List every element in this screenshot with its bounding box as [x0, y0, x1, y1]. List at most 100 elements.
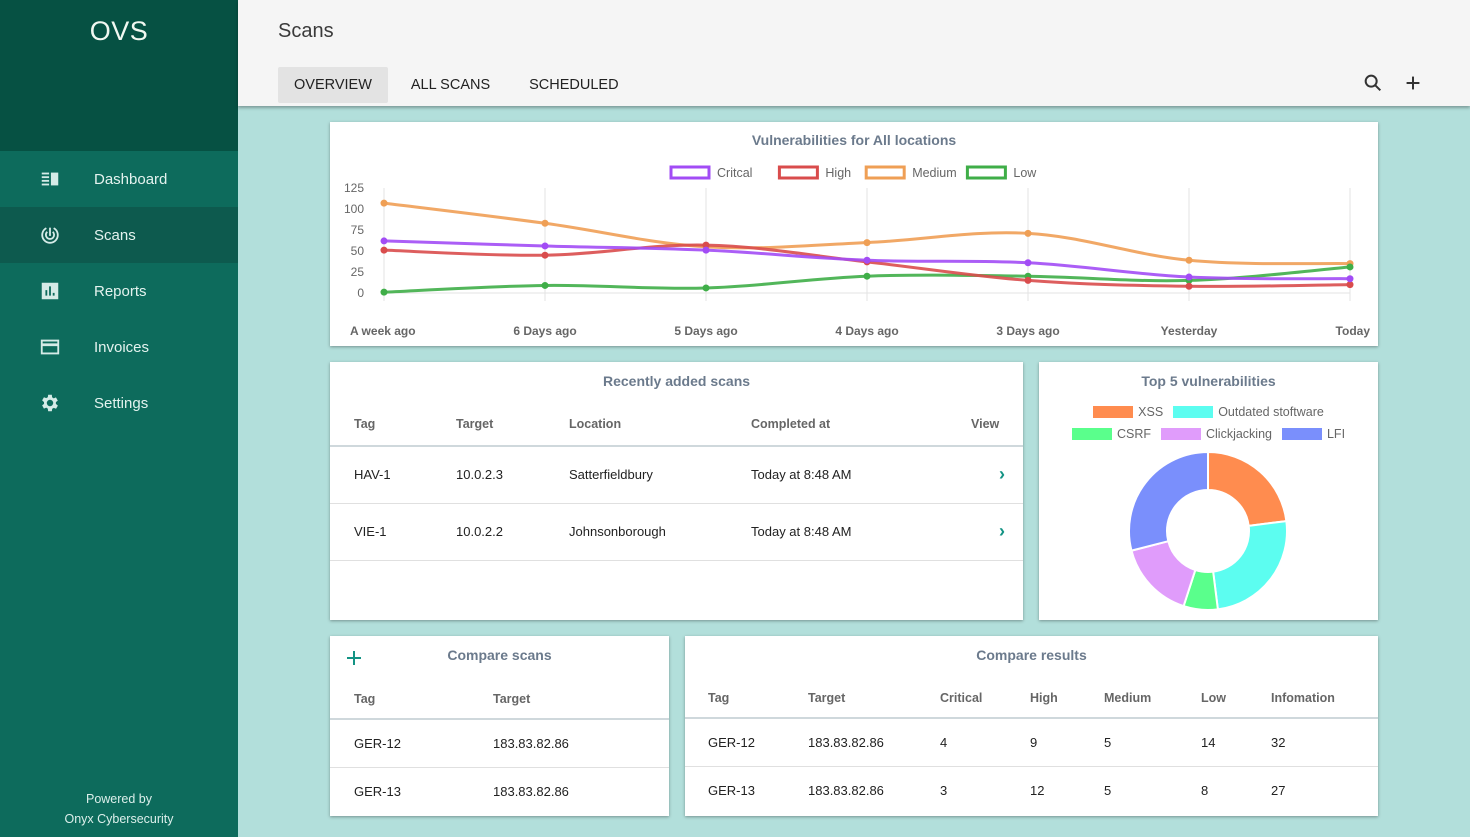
- column-header-completed: Completed at: [751, 402, 971, 447]
- brand-logo: OVS: [89, 16, 149, 46]
- data-point[interactable]: [1024, 259, 1032, 267]
- data-point[interactable]: [1346, 275, 1354, 283]
- x-axis: A week ago 6 Days ago 5 Days ago 4 Days ago…: [350, 324, 1370, 338]
- data-point[interactable]: [1024, 276, 1032, 284]
- sidebar-item-label: Dashboard: [94, 170, 168, 188]
- chevron-right-icon[interactable]: ›: [999, 464, 1005, 484]
- cell-target: 10.0.2.2: [456, 503, 569, 561]
- radar-icon: [0, 224, 94, 246]
- data-point[interactable]: [1024, 229, 1032, 237]
- search-icon: [1364, 74, 1382, 92]
- legend-label: Medium: [912, 166, 956, 180]
- plus-icon: [347, 651, 361, 665]
- recent-scans-title: Recently added scans: [602, 373, 751, 389]
- table-row[interactable]: GER-13 183.83.82.86: [330, 767, 669, 815]
- donut-slice-clickjacking[interactable]: [1130, 539, 1197, 608]
- legend-label: High: [825, 166, 851, 180]
- compare-scans-title: Compare scans: [447, 647, 552, 663]
- vulnerabilities-chart-card: Vulnerabilities for All locations Critca…: [330, 122, 1378, 346]
- column-header-critical: Critical: [940, 678, 1030, 719]
- data-point[interactable]: [1185, 256, 1193, 264]
- data-point[interactable]: [541, 242, 549, 250]
- compare-scans-card: Compare scans Tag Target GER-12 183.83.8…: [330, 636, 669, 816]
- data-point[interactable]: [702, 246, 710, 254]
- sidebar-item-label: Settings: [94, 394, 149, 412]
- data-point[interactable]: [863, 272, 871, 280]
- compare-scans-table: Tag Target GER-12 183.83.82.86 GER-13 18…: [330, 679, 669, 815]
- donut-slice-xss[interactable]: [1207, 450, 1288, 527]
- column-header-target: Target: [493, 679, 669, 720]
- cell-location: Satterfieldbury: [569, 446, 751, 504]
- table-row[interactable]: VIE-1 10.0.2.2 Johnsonborough Today at 8…: [330, 503, 1023, 561]
- data-point[interactable]: [380, 237, 388, 245]
- sidebar-footer: Powered by Onyx Cybersecurity: [0, 789, 238, 829]
- table-row[interactable]: HAV-1 10.0.2.3 Satterfieldbury Today at …: [330, 446, 1023, 504]
- data-point[interactable]: [380, 246, 388, 254]
- tab-overview[interactable]: OVERVIEW: [278, 67, 388, 103]
- table-row[interactable]: GER-12 183.83.82.86 4 9 5 14 32: [685, 718, 1378, 767]
- cell-target: 183.83.82.86: [493, 719, 669, 768]
- data-point[interactable]: [1346, 263, 1354, 271]
- sidebar-item-invoices[interactable]: Invoices: [0, 319, 238, 375]
- legend-item-medium[interactable]: Medium: [864, 165, 957, 180]
- table-row[interactable]: GER-12 183.83.82.86: [330, 719, 669, 768]
- donut-chart: [1128, 450, 1288, 611]
- cell-low: 14: [1201, 718, 1271, 767]
- recent-scans-card: Recently added scans Tag Target Location…: [330, 362, 1023, 620]
- data-point[interactable]: [541, 251, 549, 259]
- data-point[interactable]: [1185, 273, 1193, 281]
- compare-results-table: Tag Target Critical High Medium Low Info…: [685, 678, 1378, 814]
- tab-scheduled[interactable]: SCHEDULED: [513, 67, 634, 103]
- y-tick-label: 0: [357, 286, 364, 300]
- tab-all-scans[interactable]: ALL SCANS: [395, 67, 506, 103]
- donut-slice-outdated-stoftware[interactable]: [1212, 519, 1288, 611]
- cell-tag: HAV-1: [330, 446, 456, 504]
- x-tick-label: 6 Days ago: [513, 324, 576, 338]
- data-point[interactable]: [541, 281, 549, 289]
- table-row[interactable]: GER-13 183.83.82.86 3 12 5 8 27: [685, 766, 1378, 814]
- data-point[interactable]: [863, 239, 871, 247]
- legend-item-critcal[interactable]: Critcal: [669, 165, 752, 180]
- chart-title: Vulnerabilities for All locations: [752, 132, 957, 148]
- data-point[interactable]: [702, 284, 710, 292]
- donut-slice-lfi[interactable]: [1128, 450, 1209, 552]
- cell-low: 8: [1201, 782, 1209, 798]
- gear-icon: [0, 392, 94, 414]
- search-button[interactable]: [1362, 70, 1384, 96]
- footer-company: Onyx Cybersecurity: [64, 812, 174, 826]
- data-point[interactable]: [863, 256, 871, 264]
- data-point[interactable]: [380, 199, 388, 207]
- legend-item-low[interactable]: Low: [965, 165, 1037, 180]
- legend-item-high[interactable]: High: [777, 165, 851, 180]
- add-button[interactable]: [1402, 70, 1424, 96]
- compare-results-card: Compare results Tag Target Critical High…: [685, 636, 1378, 816]
- sidebar-item-dashboard[interactable]: Dashboard: [0, 151, 238, 207]
- cell-critical: 4: [940, 718, 1030, 767]
- x-tick-label: A week ago: [350, 324, 416, 338]
- sidebar-item-scans[interactable]: Scans: [0, 207, 238, 263]
- chevron-right-icon[interactable]: ›: [999, 521, 1005, 541]
- cell-tag: GER-12: [330, 719, 493, 768]
- sidebar-item-label: Reports: [94, 282, 147, 300]
- cell-high: 12: [1030, 782, 1045, 798]
- column-header-location: Location: [569, 402, 751, 447]
- brand-area: OVS: [0, 0, 238, 151]
- cell-information: 32: [1271, 718, 1378, 767]
- column-header-view: View: [971, 402, 1023, 447]
- sidebar-item-reports[interactable]: Reports: [0, 263, 238, 319]
- cell-target: 183.83.82.86: [808, 782, 884, 798]
- y-tick-label: 25: [351, 265, 365, 279]
- data-point[interactable]: [380, 288, 388, 296]
- column-header-target: Target: [456, 402, 569, 447]
- sidebar-item-settings[interactable]: Settings: [0, 375, 238, 431]
- data-point[interactable]: [1185, 282, 1193, 290]
- add-compare-scan-button[interactable]: [344, 648, 364, 668]
- data-point[interactable]: [541, 219, 549, 227]
- top-bar: Scans OVERVIEW ALL SCANS SCHEDULED: [238, 0, 1470, 106]
- y-tick-label: 100: [344, 202, 364, 216]
- table-header-row: Tag Target Critical High Medium Low Info…: [685, 678, 1378, 719]
- sidebar: OVS Dashboard Scans Reports Invoices Set…: [0, 0, 238, 837]
- sidebar-item-label: Invoices: [94, 338, 150, 356]
- recent-scans-table: Tag Target Location Completed at View HA…: [330, 402, 1023, 561]
- chart-legend: Critcal High Medium Low: [669, 165, 1037, 180]
